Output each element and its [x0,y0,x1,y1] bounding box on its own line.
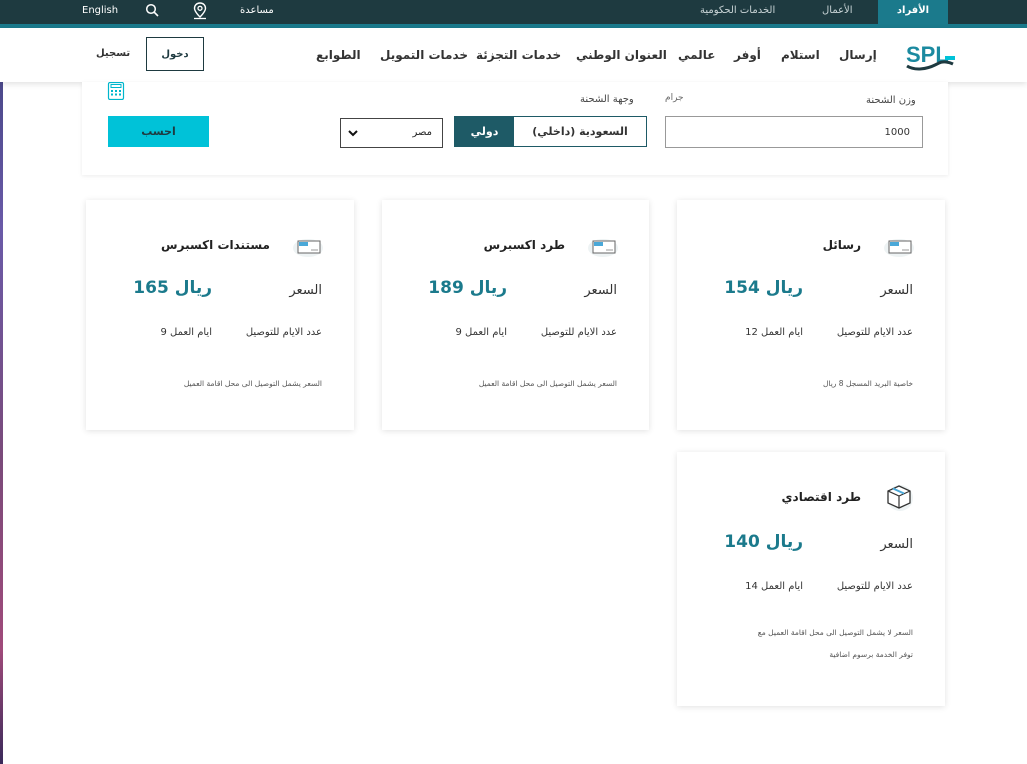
card-note: السعر يشمل التوصيل الى محل اقامة العميل [478,379,617,388]
country-selected-value: مصر [412,127,432,138]
price-value: 165 ريال [133,278,212,298]
price-label: السعر [880,537,913,552]
price-value: 140 ريال [724,532,803,552]
nav-receive[interactable]: استلام [781,48,820,62]
card-note-line-2: توفر الخدمة برسوم اضافية [829,650,913,659]
spl-logo[interactable]: SPL [905,40,957,72]
delivery-days-value: 9 ايام العمل [160,327,212,338]
envelope-icon [883,236,915,258]
nav-awfar[interactable]: أوفر [734,48,761,62]
card-note: السعر يشمل التوصيل الى محل اقامة العميل [183,379,322,388]
result-card-economy-parcel: طرد اقتصادي السعر 140 ريال عدد الايام لل… [677,452,945,706]
top-bar: الأفراد الأعمال الخدمات الحكومية مساعدة … [0,0,1027,24]
nav-national-address[interactable]: العنوان الوطني [576,48,667,62]
language-switch[interactable]: English [82,0,118,24]
delivery-days-value: 12 ايام العمل [745,327,803,338]
delivery-days-value: 9 ايام العمل [455,327,507,338]
location-pin-icon[interactable] [192,2,208,26]
main-nav: SPL إرسال استلام أوفر عالمي العنوان الوط… [0,28,1027,82]
delivery-days-label: عدد الايام للتوصيل [836,327,913,338]
nav-send[interactable]: إرسال [839,48,877,62]
calculate-button[interactable]: احسب [108,116,209,147]
price-label: السعر [880,283,913,298]
envelope-icon [292,236,324,258]
card-title: طرد اقتصادي [781,490,861,504]
option-saudi-local[interactable]: السعودية (داخلي) [514,117,646,146]
card-note: خاصية البريد المسجل 8 ريال [822,379,913,388]
card-title: طرد اكسبرس [483,238,565,252]
result-card-letters: رسائل السعر 154 ريال عدد الايام للتوصيل … [677,200,945,430]
card-title: مستندات اكسبرس [161,238,270,252]
tab-individuals[interactable]: الأفراد [878,0,948,24]
destination-toggle: دولي السعودية (داخلي) [454,116,647,147]
price-label: السعر [289,283,322,298]
delivery-days-value: 14 ايام العمل [745,581,803,592]
chevron-down-icon [347,127,359,139]
destination-label: وجهة الشحنة [580,94,634,105]
weight-input[interactable] [665,116,923,148]
weight-label: وزن الشحنة [866,95,916,106]
window-edge-strip [0,0,3,764]
help-link[interactable]: مساعدة [240,0,274,24]
nav-stamps[interactable]: الطوابع [316,48,361,62]
box-icon [883,482,915,511]
price-value: 189 ريال [428,278,507,298]
card-note-line-1: السعر لا يشمل التوصيل الى محل اقامة العم… [757,628,913,637]
result-card-express-documents: مستندات اكسبرس السعر 165 ريال عدد الايام… [86,200,354,430]
register-link[interactable]: تسجيل [96,48,130,59]
price-label: السعر [584,283,617,298]
option-international[interactable]: دولي [455,117,514,146]
login-button[interactable]: دخول [146,37,204,71]
delivery-days-label: عدد الايام للتوصيل [540,327,617,338]
nav-retail-services[interactable]: خدمات التجزئة [476,48,561,62]
delivery-days-label: عدد الايام للتوصيل [245,327,322,338]
rate-calculator-panel: وزن الشحنة جرام وجهة الشحنة دولي السعودي… [82,81,948,175]
tab-business[interactable]: الأعمال [822,0,853,24]
weight-unit-label: جرام [665,93,684,103]
card-title: رسائل [822,238,861,252]
result-card-express-parcel: طرد اكسبرس السعر 189 ريال عدد الايام للت… [382,200,649,430]
nav-finance-services[interactable]: خدمات التمويل [380,48,468,62]
envelope-icon [587,236,619,258]
delivery-days-label: عدد الايام للتوصيل [836,581,913,592]
country-select[interactable]: مصر [340,118,443,148]
tab-government-services[interactable]: الخدمات الحكومية [700,0,775,24]
price-value: 154 ريال [724,278,803,298]
nav-global[interactable]: عالمي [678,48,715,62]
calculator-icon [107,81,125,101]
